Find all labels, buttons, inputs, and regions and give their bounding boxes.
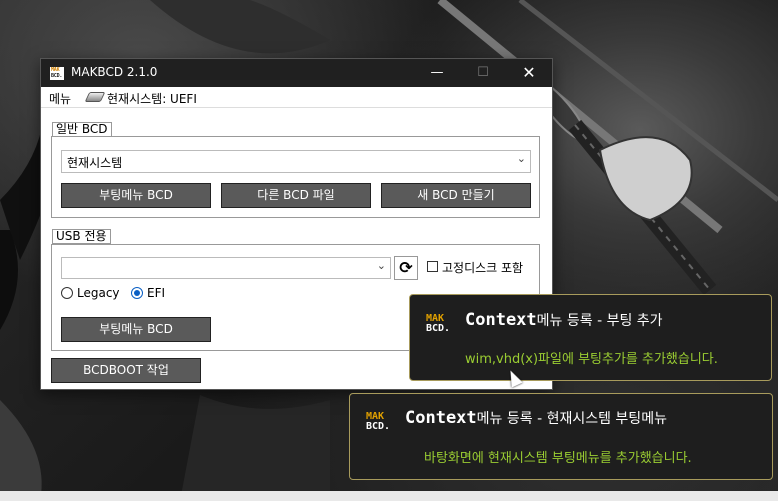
toast-title: Context메뉴 등록 - 부팅 추가 bbox=[465, 310, 663, 330]
new-bcd-button[interactable]: 새 BCD 만들기 bbox=[381, 183, 531, 208]
app-logo-icon: MAK BCD. bbox=[426, 313, 451, 334]
radio-efi-label[interactable]: EFI bbox=[147, 286, 165, 300]
refresh-button[interactable]: ⟳ bbox=[394, 256, 418, 280]
chevron-down-icon: ⌄ bbox=[516, 152, 526, 165]
boot-menu-bcd-button[interactable]: 부팅메뉴 BCD bbox=[61, 183, 211, 208]
notification-toast[interactable]: MAK BCD. Context메뉴 등록 - 현재시스템 부팅메뉴 바탕화면에… bbox=[349, 393, 773, 480]
usb-boot-menu-bcd-button[interactable]: 부팅메뉴 BCD bbox=[61, 317, 211, 342]
menu-item-menu[interactable]: 메뉴 bbox=[49, 90, 71, 107]
minimize-button[interactable]: — bbox=[414, 59, 460, 87]
group-general-bcd-label: 일반 BCD bbox=[52, 122, 112, 137]
notification-toast[interactable]: MAK BCD. Context메뉴 등록 - 부팅 추가 wim,vhd(x)… bbox=[409, 294, 772, 381]
fixed-disk-checkbox[interactable] bbox=[427, 261, 438, 272]
menu-bar: 메뉴 현재시스템: UEFI bbox=[41, 87, 552, 108]
bcdboot-button[interactable]: BCDBOOT 작업 bbox=[51, 358, 201, 383]
system-select-value: 현재시스템 bbox=[67, 156, 123, 170]
fixed-disk-checkbox-label[interactable]: 고정디스크 포함 bbox=[442, 259, 523, 276]
app-logo-icon: MAK BCD. bbox=[50, 67, 64, 80]
refresh-icon: ⟳ bbox=[399, 258, 413, 277]
radio-efi[interactable] bbox=[131, 287, 143, 299]
system-select[interactable]: 현재시스템 ⌄ bbox=[61, 150, 531, 173]
window-title: MAKBCD 2.1.0 bbox=[71, 65, 158, 79]
radio-legacy[interactable] bbox=[61, 287, 73, 299]
toast-message: 바탕화면에 현재시스템 부팅메뉴를 추가했습니다. bbox=[424, 451, 692, 466]
group-usb-label: USB 전용 bbox=[52, 229, 111, 244]
hard-disk-icon bbox=[84, 92, 106, 102]
maximize-button[interactable]: ☐ bbox=[460, 59, 506, 87]
toast-message: wim,vhd(x)파일에 부팅추가를 추가했습니다. bbox=[465, 352, 718, 367]
menu-item-current-system[interactable]: 현재시스템: UEFI bbox=[107, 90, 197, 107]
title-bar[interactable]: MAK BCD. MAKBCD 2.1.0 — ☐ ✕ bbox=[41, 59, 552, 87]
app-logo-icon: MAK BCD. bbox=[366, 411, 391, 432]
taskbar-edge bbox=[0, 491, 778, 501]
close-button[interactable]: ✕ bbox=[506, 59, 552, 87]
usb-drive-select[interactable]: ⌄ bbox=[61, 257, 391, 279]
radio-legacy-label[interactable]: Legacy bbox=[77, 286, 120, 300]
other-bcd-file-button[interactable]: 다른 BCD 파일 bbox=[221, 183, 371, 208]
chevron-down-icon: ⌄ bbox=[376, 259, 386, 272]
toast-title: Context메뉴 등록 - 현재시스템 부팅메뉴 bbox=[405, 408, 667, 428]
